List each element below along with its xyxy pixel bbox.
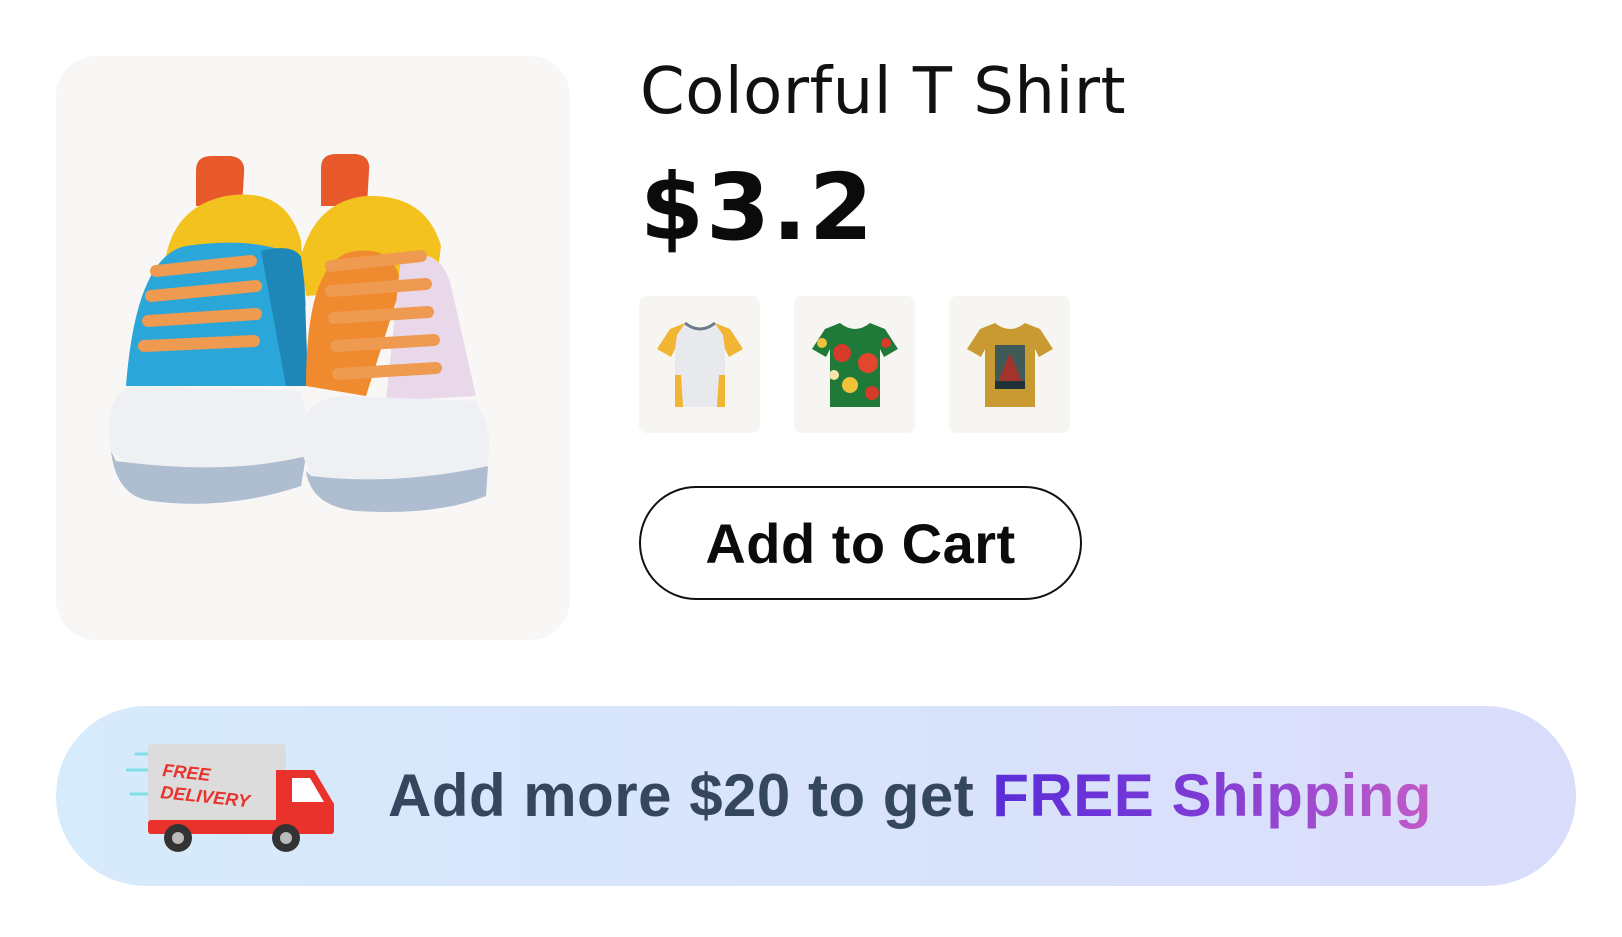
tshirt-icon [966,322,1053,407]
product-page: Colorful T Shirt $3.2 Add to Cart FREE D… [0,0,1622,937]
tshirt-icon [656,321,743,407]
free-shipping-highlight: FREE Shipping [992,762,1433,829]
variant-thumbnails [639,296,1070,433]
raglan-tshirt-thumbnail[interactable] [639,296,760,433]
sneakers-icon [109,154,490,512]
floral-tshirt-thumbnail[interactable] [794,296,915,433]
main-product-image[interactable] [56,56,570,640]
product-title: Colorful T Shirt [640,55,1127,129]
banner-message: Add more $20 to get FREE Shipping [388,750,1432,842]
free-shipping-banner: FREE DELIVERY Add more $20 to get FREE Sh… [56,706,1576,886]
delivery-truck-icon: FREE DELIVERY [126,744,334,852]
banner-prefix: Add more $20 to get [388,762,975,829]
product-price: $3.2 [640,154,875,261]
tshirt-icon [811,322,898,407]
add-to-cart-button[interactable]: Add to Cart [639,486,1082,600]
mustard-tshirt-thumbnail[interactable] [949,296,1070,433]
